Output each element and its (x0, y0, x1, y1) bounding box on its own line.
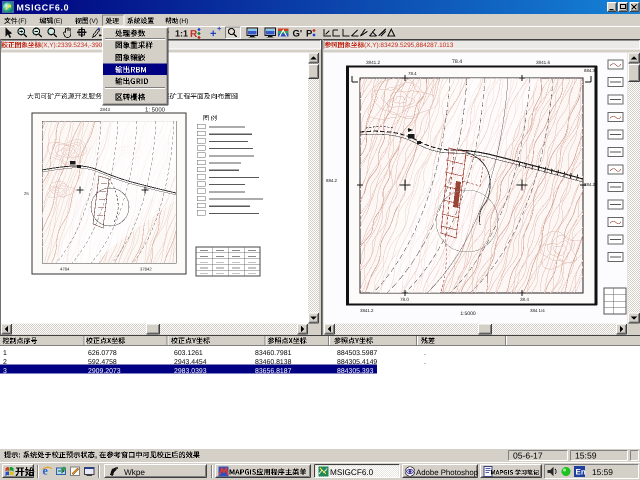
svg-text:05-6-17: 05-6-17 (513, 451, 543, 461)
svg-text:(H): (H) (179, 18, 188, 25)
svg-text:1: 1 (3, 350, 7, 357)
svg-text:+: + (217, 24, 222, 33)
svg-text:Wkpe: Wkpe (124, 468, 145, 477)
svg-text:4784: 4784 (60, 267, 70, 272)
svg-text:(F): (F) (18, 18, 26, 25)
svg-text:(E): (E) (54, 18, 63, 25)
svg-text:En: En (576, 468, 586, 477)
svg-text:G': G' (293, 29, 303, 40)
svg-text:78.4: 78.4 (452, 59, 462, 65)
svg-text:78.0: 78.0 (400, 297, 409, 302)
svg-text:83656.8187: 83656.8187 (255, 368, 292, 375)
svg-text:.: . (424, 368, 426, 375)
svg-text:2909.2073: 2909.2073 (88, 368, 121, 375)
svg-text:15:59: 15:59 (575, 451, 597, 461)
svg-text:(X,Y):83429.5295,884287.1013: (X,Y):83429.5295,884287.1013 (364, 42, 454, 49)
svg-text:884.2: 884.2 (326, 178, 338, 183)
svg-text:884503.5987: 884503.5987 (337, 350, 377, 357)
svg-text:884.3: 884.3 (584, 68, 596, 73)
svg-text:25: 25 (24, 191, 29, 196)
svg-text:3: 3 (3, 368, 7, 375)
svg-text:P: P (306, 29, 313, 40)
svg-text:2983.0393: 2983.0393 (174, 368, 207, 375)
svg-text:38.4: 38.4 (520, 297, 529, 302)
svg-text:2843: 2843 (100, 107, 111, 112)
svg-text:+: + (210, 28, 216, 40)
svg-text:83460.7981: 83460.7981 (255, 350, 292, 357)
svg-text:884305.393: 884305.393 (337, 368, 374, 375)
svg-text:1: 5000: 1: 5000 (145, 107, 166, 114)
svg-text:603.1261: 603.1261 (174, 350, 203, 357)
svg-text:e: e (43, 464, 49, 478)
svg-text:MSIGCF6.0: MSIGCF6.0 (330, 468, 374, 477)
svg-text:R: R (190, 29, 198, 40)
svg-text:3841.2: 3841.2 (366, 60, 380, 65)
svg-text:1:5000: 1:5000 (460, 311, 476, 317)
svg-text:384 1/4: 384 1/4 (530, 308, 545, 313)
svg-text:37842: 37842 (140, 267, 152, 272)
svg-text:15:59: 15:59 (592, 467, 613, 477)
svg-text:626.0778: 626.0778 (88, 350, 117, 357)
svg-text:.: . (424, 359, 426, 366)
svg-text:1:1: 1:1 (175, 29, 188, 39)
svg-text:.: . (424, 350, 426, 357)
svg-text:MSIGCF6.0: MSIGCF6.0 (17, 2, 70, 12)
svg-text:3841.2: 3841.2 (360, 308, 374, 313)
svg-text:78.4: 78.4 (408, 71, 417, 76)
svg-text:3841.6: 3841.6 (536, 60, 550, 65)
svg-text:(V): (V) (89, 18, 98, 25)
svg-text:Adobe Photoshop: Adobe Photoshop (416, 468, 479, 477)
